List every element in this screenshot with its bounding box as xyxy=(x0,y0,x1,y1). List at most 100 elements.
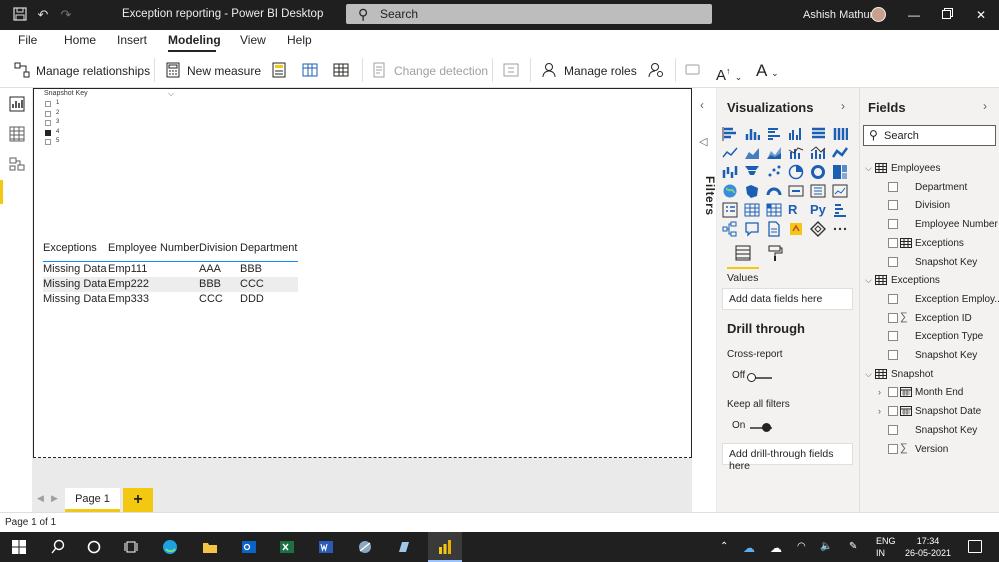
snapshot-key-slicer[interactable]: Snapshot Key ⌵ 1 2 3 4 5 xyxy=(44,89,180,147)
field-item[interactable]: Employee Number xyxy=(860,216,999,234)
model-view-icon[interactable] xyxy=(9,156,25,172)
checkbox[interactable] xyxy=(888,331,898,342)
pen-icon[interactable]: ✎ xyxy=(849,541,857,552)
field-item[interactable]: › Snapshot Date xyxy=(860,403,999,421)
parameter-icon[interactable] xyxy=(503,62,519,78)
language-button[interactable]: A ⌄ xyxy=(756,61,779,81)
gauge-icon[interactable] xyxy=(766,183,782,199)
file-explorer-icon[interactable] xyxy=(202,539,218,555)
restore-icon[interactable] xyxy=(937,5,957,25)
checkbox[interactable] xyxy=(888,312,898,323)
new-measure-button[interactable]: New measure xyxy=(165,61,261,81)
menu-modeling[interactable]: Modeling xyxy=(168,33,221,47)
chevron-up-icon[interactable]: ⌃ xyxy=(720,541,728,552)
wifi-icon[interactable]: ◠ xyxy=(797,541,806,552)
checkbox-checked[interactable] xyxy=(45,129,51,136)
menu-help[interactable]: Help xyxy=(287,33,312,47)
stacked-bar-icon[interactable] xyxy=(722,126,738,142)
clustered-column-icon[interactable] xyxy=(788,126,804,142)
stacked-area-icon[interactable] xyxy=(766,145,782,161)
map-icon[interactable] xyxy=(722,183,738,199)
column-header[interactable]: Employee Number xyxy=(108,242,199,254)
treemap-icon[interactable] xyxy=(832,164,848,180)
qa-visual-icon[interactable] xyxy=(744,221,760,237)
page-tab[interactable]: Page 1 xyxy=(65,488,120,512)
chevron-down-icon[interactable]: ⌵ xyxy=(168,89,174,99)
100-bar-icon[interactable] xyxy=(810,126,826,142)
format-paint-roller-icon[interactable] xyxy=(765,243,785,263)
network-app-icon[interactable] xyxy=(357,539,373,555)
more-visuals-icon[interactable] xyxy=(832,221,848,237)
table-row[interactable]: Missing Data Emp333 CCC DDD xyxy=(43,292,298,307)
chevron-down-icon[interactable]: ⌵ xyxy=(865,369,872,380)
cross-report-toggle[interactable]: Off xyxy=(732,370,772,382)
minimize-icon[interactable]: — xyxy=(904,5,924,25)
field-item[interactable]: Snapshot Key xyxy=(860,422,999,440)
kpi-icon[interactable] xyxy=(832,183,848,199)
field-item[interactable]: › Month End xyxy=(860,384,999,402)
chevron-right-icon[interactable]: › xyxy=(983,99,987,113)
volume-icon[interactable]: 🔈 xyxy=(820,541,832,552)
pie-chart-icon[interactable] xyxy=(788,164,804,180)
fields-search-input[interactable]: ⚲ Search xyxy=(863,125,996,146)
checkbox[interactable] xyxy=(888,181,898,192)
menu-home[interactable]: Home xyxy=(64,33,96,47)
filters-pane[interactable]: ‹ ◁ Filters xyxy=(692,88,717,512)
search-icon[interactable] xyxy=(50,539,66,555)
r-visual-icon[interactable]: R xyxy=(788,202,804,218)
slicer-option[interactable]: 1 xyxy=(44,99,180,109)
language-indicator[interactable]: ENG IN xyxy=(876,535,896,559)
funnel-icon[interactable] xyxy=(744,164,760,180)
onedrive-icon[interactable]: ☁ xyxy=(743,541,755,555)
menu-file[interactable]: File xyxy=(18,33,37,47)
quick-measure-icon[interactable] xyxy=(271,62,287,78)
field-item[interactable]: Snapshot Key xyxy=(860,254,999,272)
notifications-icon[interactable] xyxy=(968,540,982,553)
filled-map-icon[interactable] xyxy=(744,183,760,199)
close-icon[interactable]: ✕ xyxy=(971,5,991,25)
line-clustered-icon[interactable] xyxy=(810,145,826,161)
checkbox[interactable] xyxy=(888,237,898,248)
manage-relationships-button[interactable]: Manage relationships xyxy=(14,61,150,81)
python-visual-icon[interactable]: Py xyxy=(810,202,826,218)
user-name[interactable]: Ashish Mathur xyxy=(803,9,873,21)
checkbox[interactable] xyxy=(888,350,898,360)
table-row[interactable]: Missing Data Emp222 BBB CCC xyxy=(43,277,298,292)
checkbox[interactable] xyxy=(45,120,51,126)
undo-icon[interactable]: ↶ xyxy=(35,7,51,23)
chevron-right-icon[interactable]: › xyxy=(878,406,881,416)
scatter-icon[interactable] xyxy=(766,164,782,180)
prev-page-icon[interactable]: ◀ xyxy=(37,493,44,504)
search-box[interactable]: ⚲ Search xyxy=(346,4,712,24)
edge-icon[interactable] xyxy=(162,539,178,555)
table-row[interactable]: Missing Data Emp111 AAA BBB xyxy=(43,262,298,277)
task-view-icon[interactable] xyxy=(123,539,139,555)
checkbox[interactable] xyxy=(45,139,51,145)
excel-icon[interactable] xyxy=(279,539,295,555)
avatar[interactable] xyxy=(871,7,886,22)
field-item[interactable]: Exception Type xyxy=(860,328,999,346)
word-icon[interactable] xyxy=(318,539,334,555)
notes-app-icon[interactable] xyxy=(396,539,412,555)
change-detection-button[interactable]: Change detection xyxy=(372,61,488,81)
windows-start-icon[interactable] xyxy=(11,539,27,555)
card-icon[interactable] xyxy=(788,183,804,199)
cloud-icon[interactable]: ☁ xyxy=(770,541,782,555)
chevron-right-icon[interactable]: › xyxy=(878,387,881,397)
slicer-option[interactable]: 5 xyxy=(44,137,180,147)
cortana-icon[interactable] xyxy=(86,539,102,555)
checkbox[interactable] xyxy=(888,387,898,398)
checkbox[interactable] xyxy=(888,406,898,417)
waterfall-icon[interactable] xyxy=(722,164,738,180)
field-item[interactable]: Exception Employ... xyxy=(860,291,999,309)
checkbox[interactable] xyxy=(888,256,898,267)
decomposition-tree-icon[interactable] xyxy=(722,221,738,237)
column-header[interactable]: Exceptions xyxy=(43,242,97,254)
area-chart-icon[interactable] xyxy=(744,145,760,161)
new-table-icon[interactable] xyxy=(333,62,349,78)
fields-well-icon[interactable] xyxy=(733,243,753,263)
field-item[interactable]: ∑ Version xyxy=(860,441,999,459)
checkbox[interactable] xyxy=(45,110,51,117)
column-header[interactable]: Department xyxy=(240,242,297,254)
slicer-option[interactable]: 3 xyxy=(44,118,180,128)
